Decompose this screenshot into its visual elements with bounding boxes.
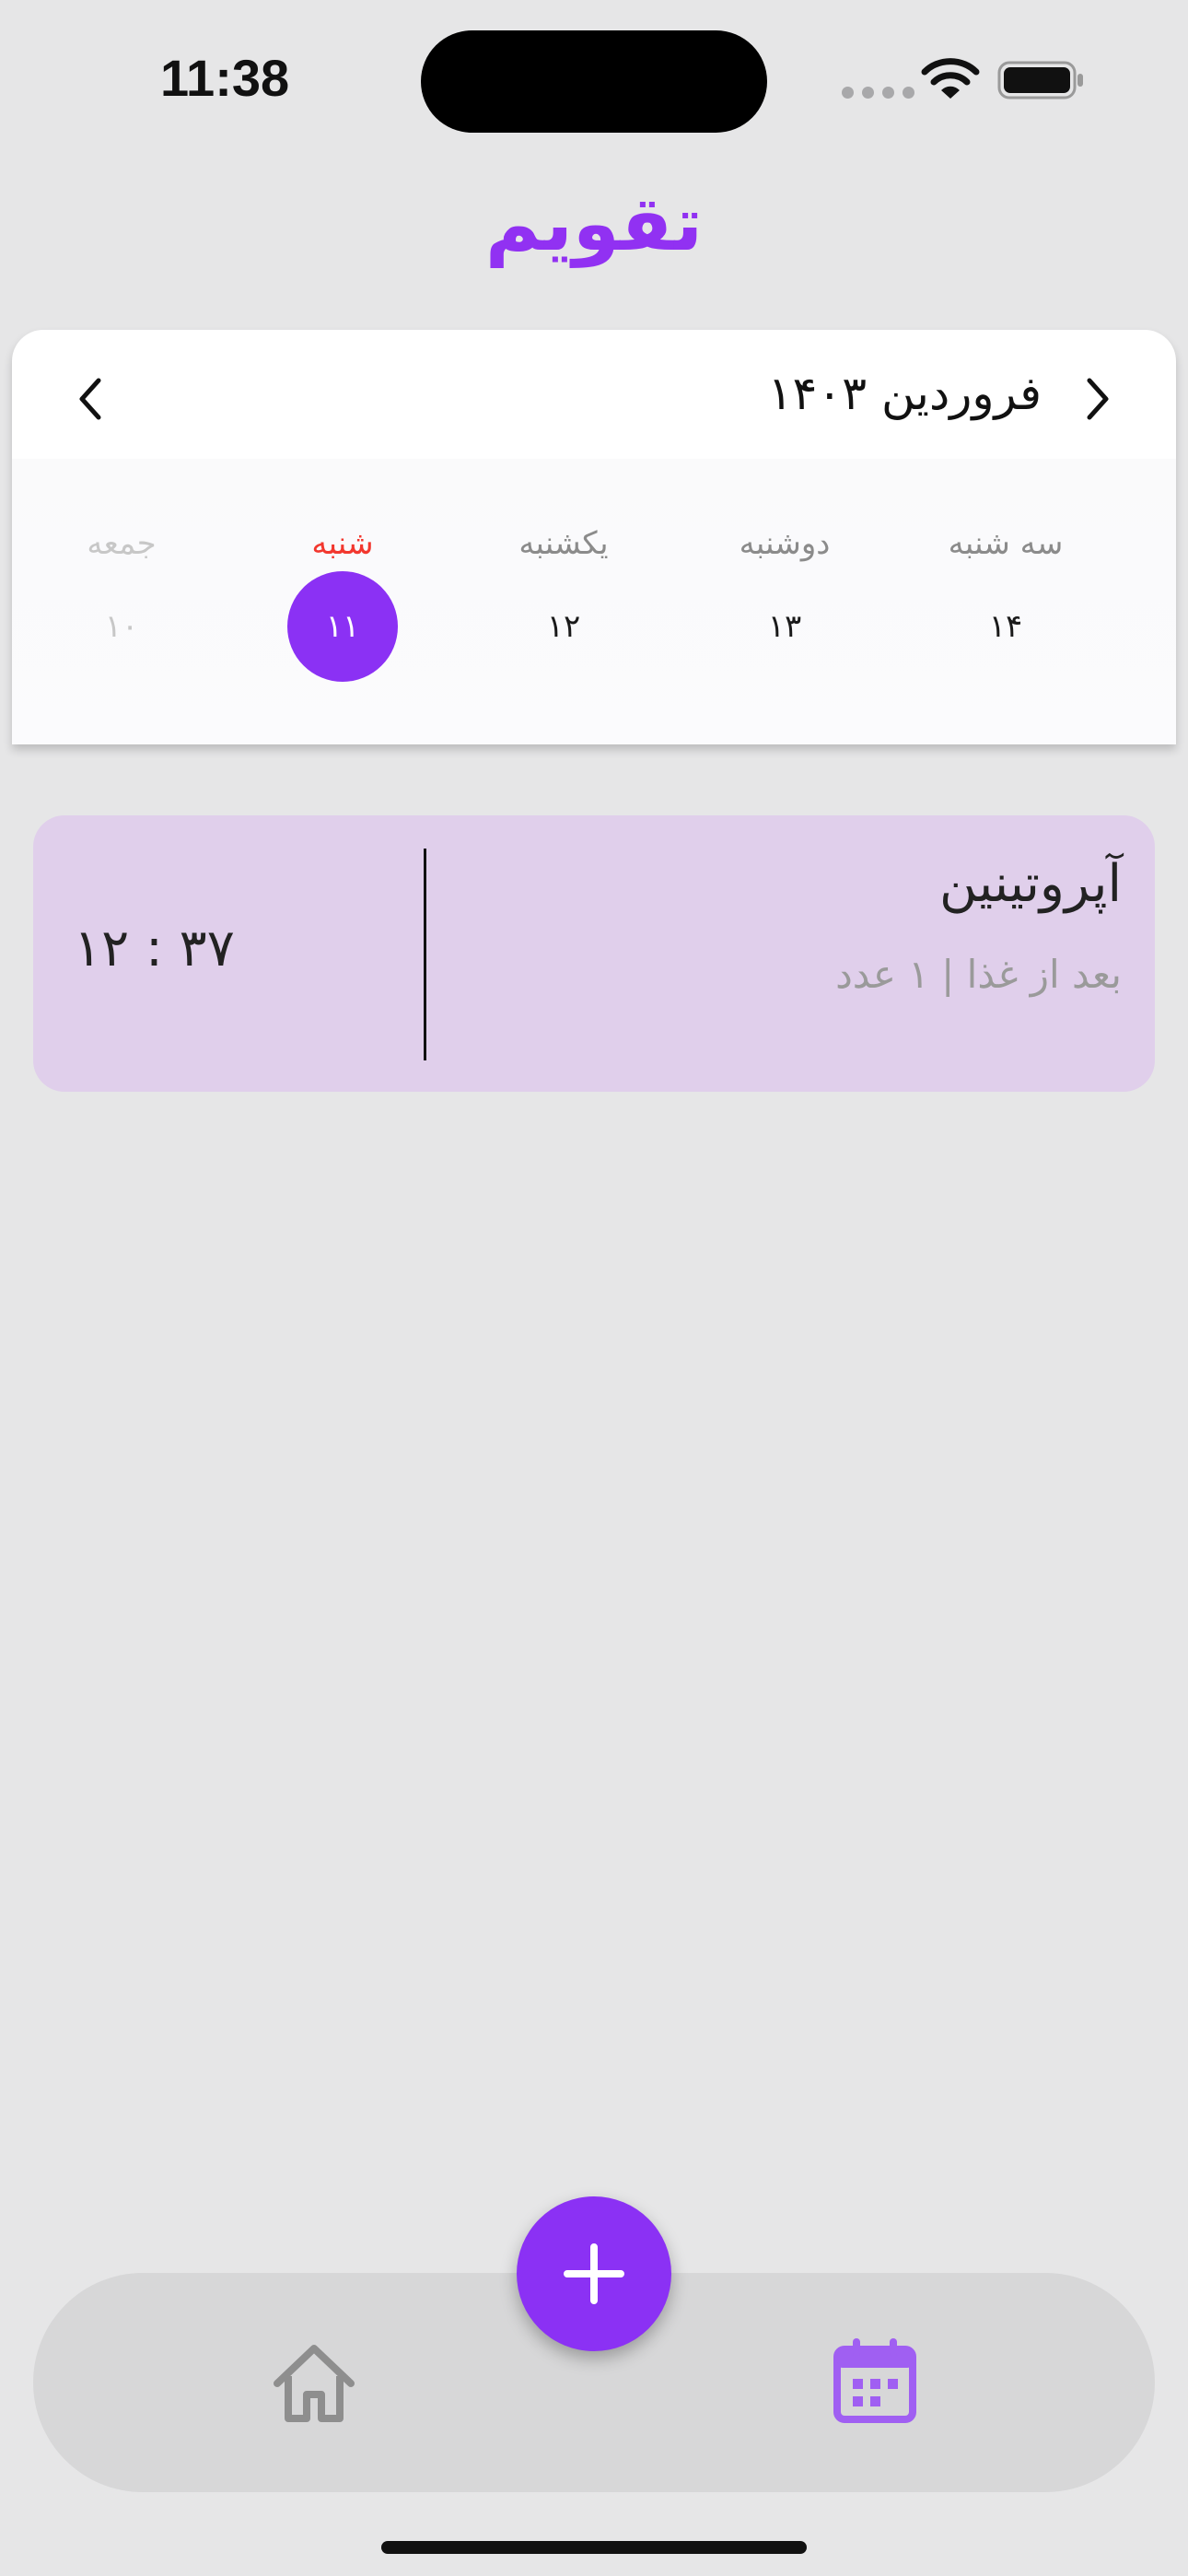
day-name: دوشنبه bbox=[739, 525, 831, 562]
day-tuesday[interactable]: سه شنبه ۱۴ bbox=[914, 516, 1098, 682]
day-saturday-selected[interactable]: شنبه ۱۱ bbox=[250, 516, 435, 682]
day-number: ۱۴ bbox=[988, 608, 1023, 645]
medication-time: ۱۲ : ۳۷ bbox=[74, 919, 235, 978]
wifi-icon bbox=[921, 58, 980, 99]
chevron-left-icon bbox=[79, 378, 101, 420]
day-friday[interactable]: جمعه ۱۰ bbox=[29, 516, 214, 682]
next-week-button[interactable] bbox=[1075, 374, 1121, 424]
day-monday[interactable]: دوشنبه ۱۳ bbox=[693, 516, 877, 682]
day-sunday[interactable]: یکشنبه ۱۲ bbox=[472, 516, 656, 682]
day-number: ۱۲ bbox=[546, 608, 581, 645]
day-name: شنبه bbox=[311, 525, 374, 562]
day-name: یکشنبه bbox=[518, 525, 609, 562]
cellular-signal-icon bbox=[842, 87, 914, 99]
screen: 11:38 تقویم فروردین ۱۴۰۳ سه شنبه ۱۴ دوشن… bbox=[0, 0, 1188, 2576]
medication-card[interactable]: آپروتینین بعد از غذا | ۱ عدد ۱۲ : ۳۷ bbox=[33, 815, 1155, 1092]
medication-name: آپروتینین bbox=[939, 854, 1122, 914]
home-icon[interactable] bbox=[270, 2341, 358, 2424]
status-time: 11:38 bbox=[160, 49, 290, 107]
day-number: ۱۰ bbox=[104, 608, 139, 645]
day-number: ۱۱ bbox=[287, 571, 398, 682]
dynamic-island bbox=[421, 30, 767, 133]
home-indicator bbox=[381, 2541, 807, 2554]
day-number: ۱۳ bbox=[767, 608, 802, 645]
week-calendar: فروردین ۱۴۰۳ سه شنبه ۱۴ دوشنبه ۱۳ یکشنبه… bbox=[12, 330, 1176, 744]
add-medication-button[interactable] bbox=[517, 2196, 671, 2351]
day-name: جمعه bbox=[87, 525, 157, 562]
previous-week-button[interactable] bbox=[67, 374, 113, 424]
plus-icon bbox=[564, 2243, 624, 2304]
divider bbox=[424, 849, 426, 1060]
month-label: فروردین ۱۴۰۳ bbox=[767, 367, 1042, 420]
page-title: تقویم bbox=[484, 181, 704, 268]
medication-detail: بعد از غذا | ۱ عدد bbox=[835, 952, 1122, 997]
chevron-right-icon bbox=[1087, 378, 1109, 420]
day-name: سه شنبه bbox=[948, 525, 1064, 562]
battery-icon bbox=[997, 61, 1083, 100]
calendar-icon[interactable] bbox=[833, 2336, 917, 2423]
